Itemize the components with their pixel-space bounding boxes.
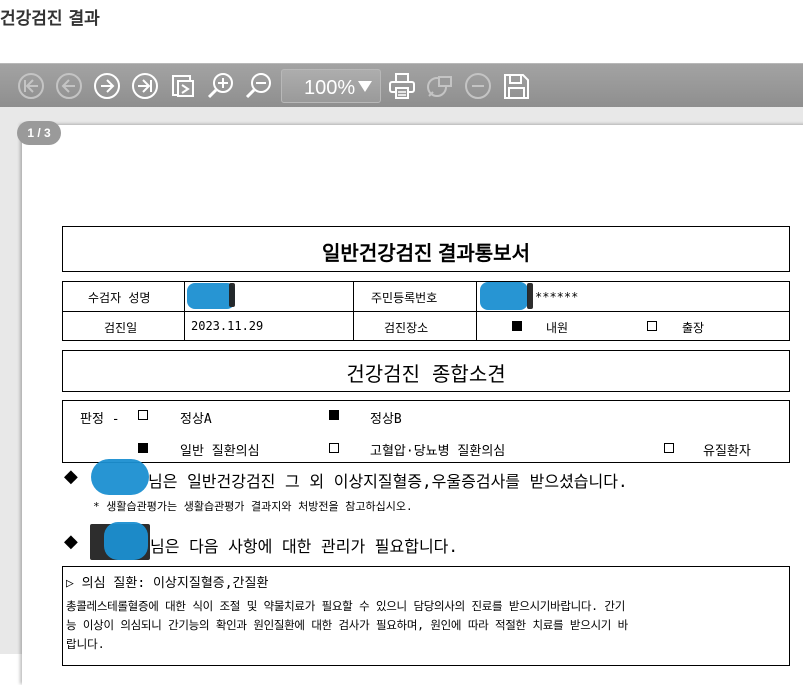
last-page-icon [132, 73, 158, 99]
place-option-checkbox [512, 321, 522, 331]
id-label: 주민등록번호 [371, 291, 438, 305]
goto-page-button[interactable] [167, 70, 199, 102]
save-icon [504, 74, 529, 99]
last-page-button[interactable] [129, 70, 161, 102]
place-option-label: 내원 [546, 321, 569, 335]
print-button[interactable] [386, 70, 418, 102]
printer-icon [389, 73, 415, 99]
verdict-option: 일반 질환의심 [180, 444, 260, 459]
bullet-diamond: ◆ [64, 531, 78, 552]
redacted-id [480, 282, 528, 310]
verdict-checkbox [138, 443, 148, 453]
viewer-toolbar: 100% [0, 63, 803, 108]
summary-title: 건강검진 종합소견 [346, 362, 506, 386]
date-value: 2023.11.29 [191, 319, 264, 333]
page-title: 건강검진 결과 [0, 9, 100, 29]
exam-note: * 생활습관평가는 생활습관평가 결과지와 처방전을 참고하십시오. [93, 500, 413, 513]
verdict-checkbox [664, 443, 674, 453]
place-label: 검진장소 [384, 321, 429, 335]
suspect-text: 랍니다. [66, 637, 105, 651]
arrow-right-icon [94, 73, 120, 99]
report-title: 일반건강검진 결과통보서 [322, 243, 530, 265]
zoom-value: 100% [304, 76, 356, 99]
chevron-down-icon [358, 81, 372, 92]
verdict-checkbox [138, 410, 148, 420]
redacted-name [104, 522, 148, 560]
goto-page-icon [172, 75, 194, 97]
verdict-option: 정상B [370, 412, 402, 427]
table-divider [62, 311, 790, 312]
next-page-button[interactable] [91, 70, 123, 102]
id-value: ****** [535, 290, 579, 304]
table-divider [476, 281, 477, 341]
redacted-name [187, 283, 235, 309]
place-option-checkbox [647, 321, 657, 331]
zoom-in-icon [207, 73, 233, 99]
place-option-label: 출장 [682, 321, 705, 335]
zoom-in-button[interactable] [205, 70, 237, 102]
management-line: 님은 다음 사항에 대한 관리가 필요합니다. [150, 537, 459, 556]
export-button[interactable] [424, 70, 456, 102]
suspect-text: 총콜레스테롤혈증에 대한 식이 조절 및 약물치료가 필요할 수 있으니 담당의… [66, 599, 625, 613]
zoom-out-icon [245, 73, 271, 99]
redaction-mark [229, 283, 235, 307]
verdict-option: 고혈압·당뇨병 질환의심 [370, 444, 506, 459]
zoom-select[interactable]: 100% [281, 69, 381, 103]
page-indicator: 1 / 3 [17, 121, 61, 145]
suspect-text: 능 이상이 의심되니 간기능의 확인과 원인질환에 대한 검사가 필요하며, 원… [66, 618, 628, 632]
name-label: 수검자 성명 [88, 291, 151, 305]
verdict-option: 유질환자 [703, 444, 751, 459]
verdict-option: 정상A [180, 412, 212, 427]
arrow-left-icon [56, 73, 82, 99]
first-page-icon [18, 73, 44, 99]
date-label: 검진일 [104, 321, 138, 335]
export-icon [427, 76, 452, 97]
minus-circle-icon [465, 73, 491, 99]
table-divider [353, 281, 354, 341]
verdict-checkbox [329, 410, 339, 420]
verdict-label: 판정 - [80, 412, 120, 427]
verdict-checkbox [329, 443, 339, 453]
redaction-mark [527, 283, 533, 309]
redacted-name [91, 459, 149, 495]
close-button[interactable] [462, 70, 494, 102]
first-page-button[interactable] [15, 70, 47, 102]
bullet-diamond: ◆ [64, 466, 78, 487]
suspect-heading: ▷ 의심 질환: 이상지질혈증,간질환 [66, 576, 269, 591]
prev-page-button[interactable] [53, 70, 85, 102]
exam-summary-line: 님은 일반건강검진 그 외 이상지질혈증,우울증검사를 받으셨습니다. [148, 472, 628, 491]
zoom-out-button[interactable] [243, 70, 275, 102]
table-divider [184, 281, 185, 341]
save-button[interactable] [500, 70, 532, 102]
